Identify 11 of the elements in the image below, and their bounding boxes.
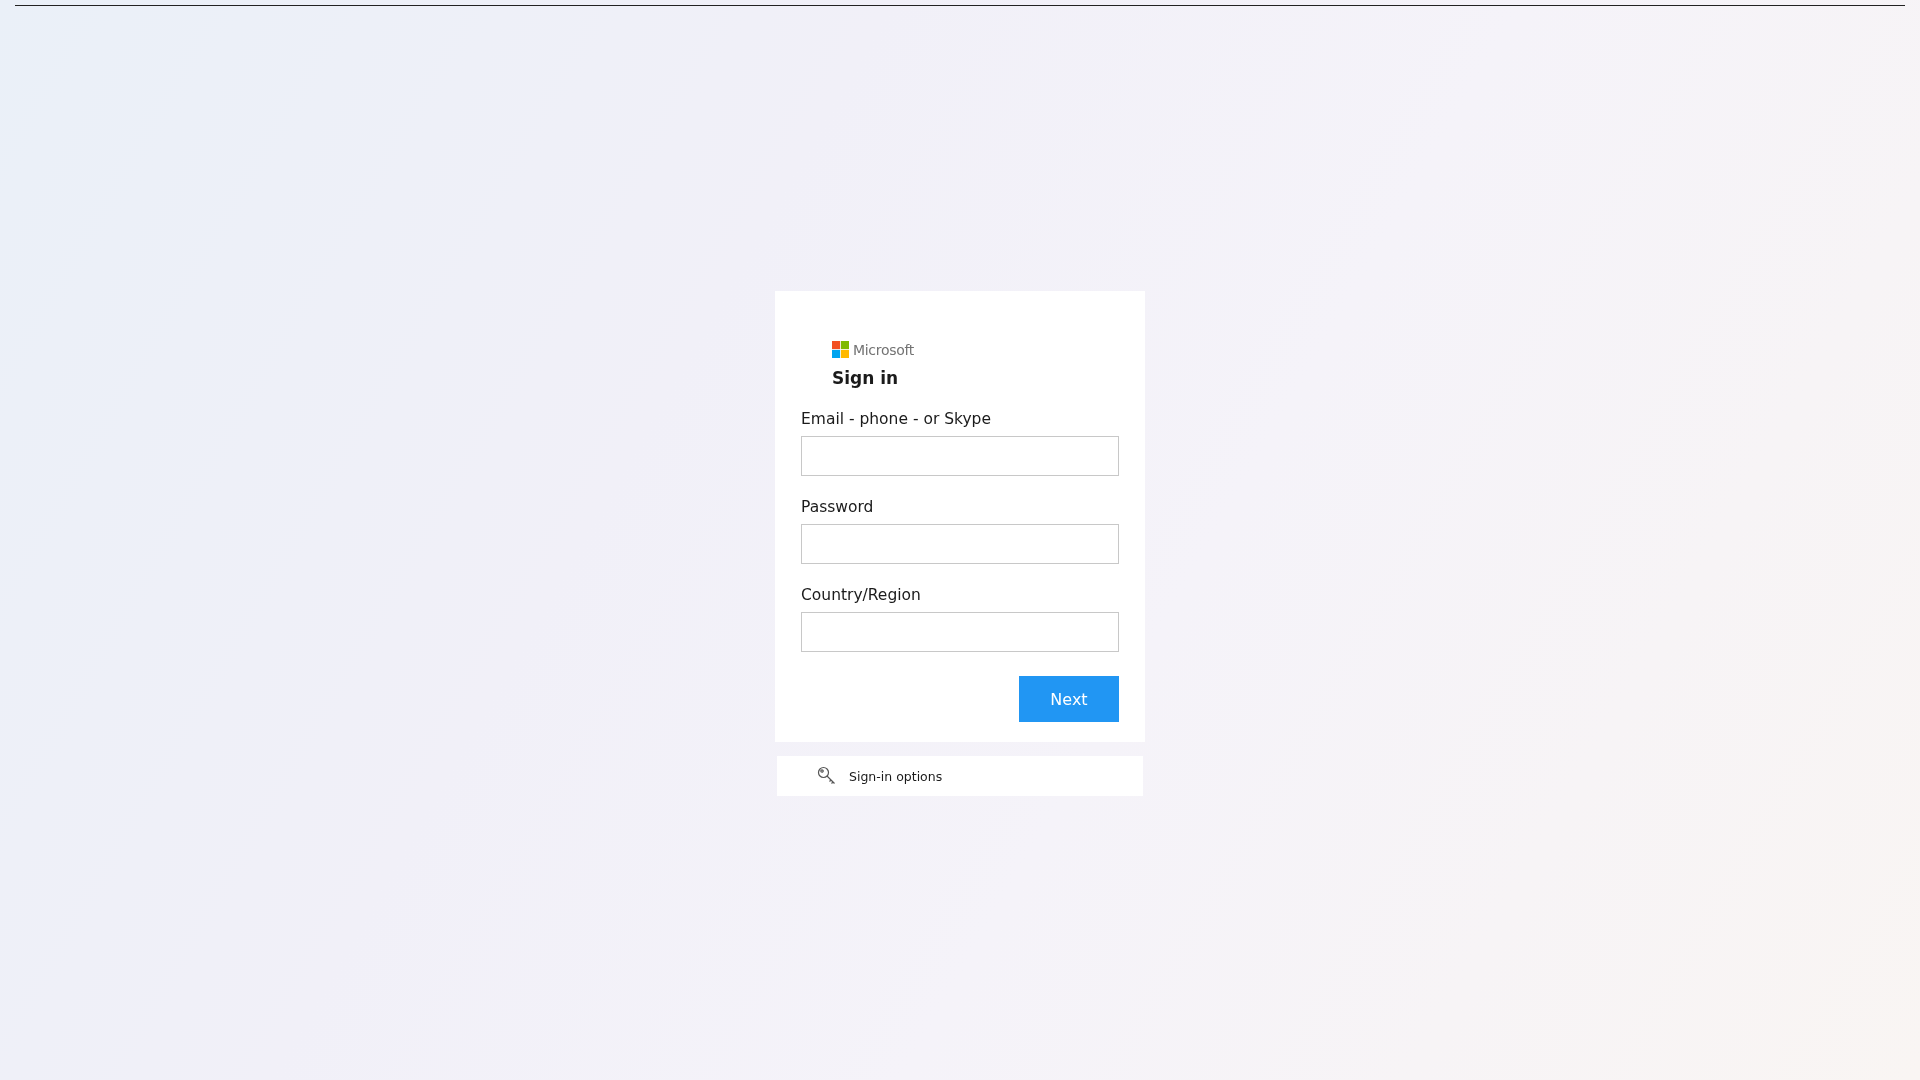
- field-label: Email - phone - or Skype: [801, 410, 992, 428]
- sign-in-options-button[interactable]: Sign-in options: [777, 756, 1143, 796]
- four-squares-logo-icon: [832, 341, 849, 358]
- input-field[interactable]: [801, 524, 1119, 564]
- input-field[interactable]: [801, 436, 1119, 476]
- brand-name: Microsoft: [853, 341, 914, 358]
- input-field[interactable]: [801, 612, 1119, 652]
- field-label: Password: [801, 498, 875, 516]
- field-label: Country/Region: [801, 586, 922, 604]
- key-icon: [817, 766, 837, 786]
- page-title: Sign in: [832, 368, 900, 388]
